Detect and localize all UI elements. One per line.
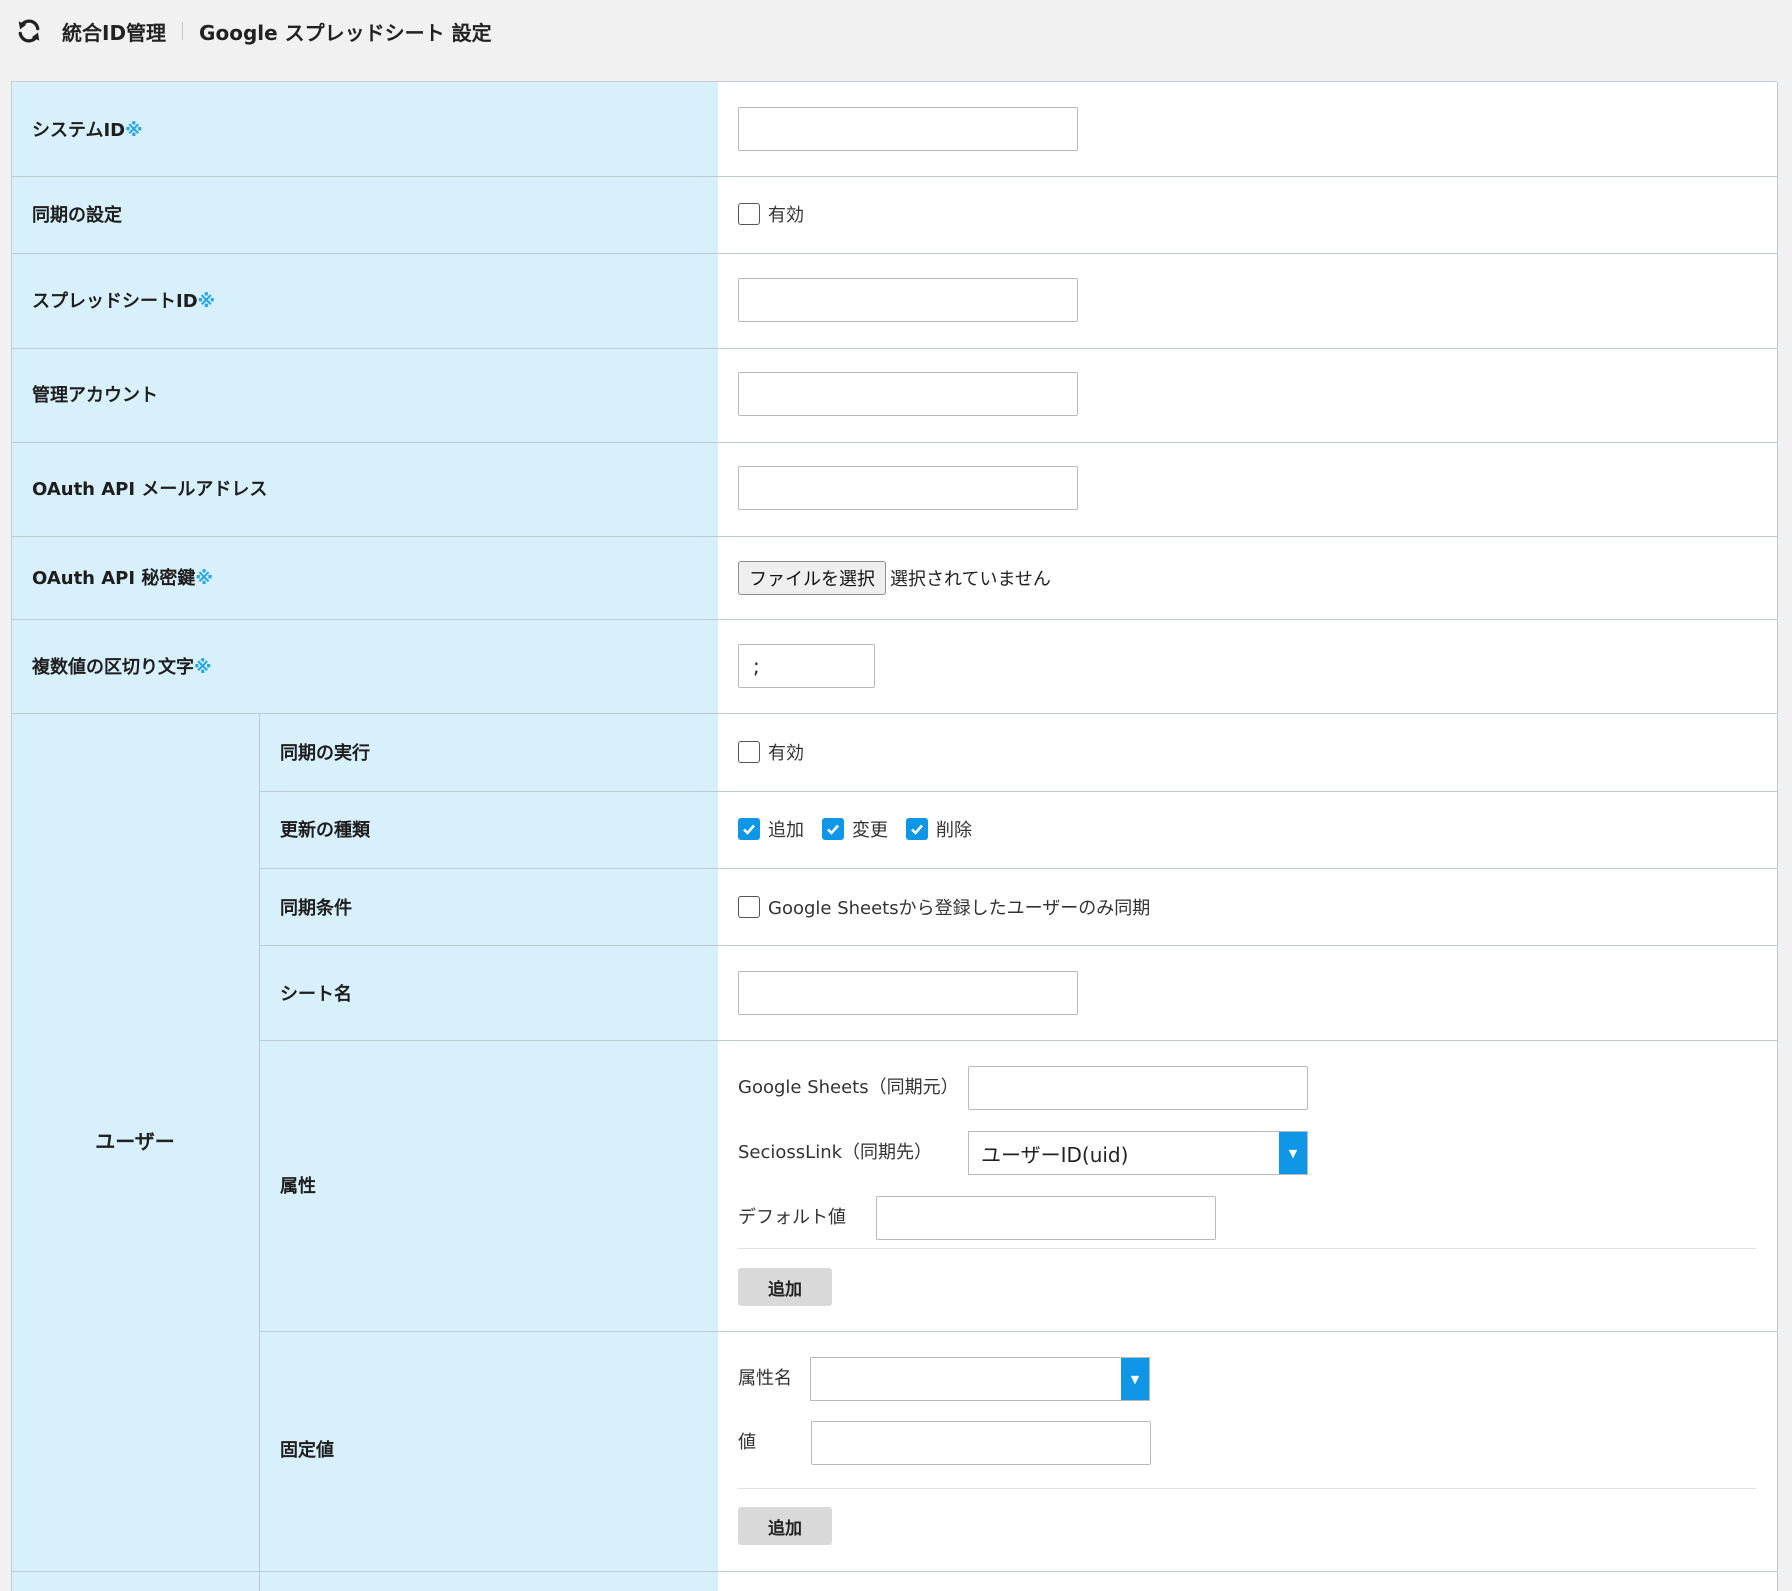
- oauth-key-label: OAuth API 秘密鍵※: [32, 568, 213, 589]
- checkbox-label: 有効: [768, 205, 804, 226]
- delimiter-label: 複数値の区切り文字※: [32, 657, 212, 678]
- sync-run-checkbox[interactable]: 有効: [738, 739, 822, 765]
- breadcrumb-section[interactable]: 統合ID管理: [62, 17, 166, 46]
- sync-condition-label: 同期条件: [280, 898, 352, 919]
- breadcrumb-divider: [182, 22, 184, 40]
- checkbox-checked-icon[interactable]: [738, 818, 760, 840]
- user-group-label: ユーザー: [95, 1129, 175, 1154]
- fixed-values-label: 固定値: [280, 1440, 334, 1461]
- admin-account-input[interactable]: [738, 372, 1078, 416]
- row-divider: [259, 868, 1778, 869]
- dropdown-arrow-icon[interactable]: ▼: [1121, 1358, 1149, 1400]
- page-title: Google スプレッドシート 設定: [199, 20, 492, 45]
- checkbox-box[interactable]: [738, 741, 760, 763]
- spreadsheet-id-label: スプレッドシートID※: [32, 291, 216, 312]
- spreadsheet-id-input[interactable]: [738, 278, 1078, 322]
- row-divider: [259, 1331, 1778, 1332]
- delimiter-input[interactable]: [738, 644, 875, 688]
- target-attribute-select[interactable]: ユーザーID(uid) ▼: [968, 1131, 1308, 1175]
- refresh-icon[interactable]: [14, 16, 44, 46]
- section-divider: [738, 1488, 1756, 1489]
- system-id-input[interactable]: [738, 107, 1078, 151]
- attributes-label: 属性: [280, 1176, 316, 1197]
- update-type-add-label: 追加: [768, 820, 804, 841]
- oauth-email-label: OAuth API メールアドレス: [32, 479, 268, 500]
- checkbox-checked-icon[interactable]: [906, 818, 928, 840]
- row-divider: [12, 442, 1778, 443]
- choose-file-button[interactable]: ファイルを選択: [738, 561, 886, 595]
- source-attribute-label: Google Sheets（同期元）: [738, 1077, 959, 1098]
- checkbox-checked-icon[interactable]: [822, 818, 844, 840]
- sync-setting-checkbox[interactable]: 有効: [738, 201, 822, 227]
- checkbox-box[interactable]: [738, 896, 760, 918]
- column-divider: [259, 713, 260, 1591]
- sync-run-label: 同期の実行: [280, 743, 370, 764]
- row-divider: [12, 253, 1778, 254]
- row-divider: [259, 791, 1778, 792]
- fixed-value-input[interactable]: [811, 1421, 1151, 1465]
- attribute-name-select[interactable]: ▼: [810, 1357, 1150, 1401]
- update-types-options: 追加 変更 削除: [738, 816, 990, 842]
- row-divider: [12, 176, 1778, 177]
- file-status-text: 選択されていません: [890, 569, 1051, 590]
- section-divider: [738, 1248, 1756, 1249]
- update-type-change-label: 変更: [852, 820, 888, 841]
- row-divider: [12, 713, 1778, 714]
- source-attribute-input[interactable]: [968, 1066, 1308, 1110]
- panel-right-border: [1777, 82, 1778, 1591]
- required-mark: ※: [195, 568, 213, 589]
- target-attribute-label: SeciossLink（同期先）: [738, 1142, 933, 1163]
- settings-form: システムID※ 同期の設定 有効 スプレッドシートID※ 管理アカウント OAu…: [11, 81, 1778, 1591]
- attribute-name-label: 属性名: [738, 1368, 792, 1389]
- default-value-input[interactable]: [876, 1196, 1216, 1240]
- default-value-label: デフォルト値: [738, 1207, 846, 1228]
- sync-condition-checkbox[interactable]: Google Sheetsから登録したユーザーのみ同期: [738, 894, 1168, 920]
- row-divider: [12, 348, 1778, 349]
- checkbox-label: Google Sheetsから登録したユーザーのみ同期: [768, 898, 1151, 919]
- add-attribute-button[interactable]: 追加: [738, 1268, 832, 1306]
- admin-account-label: 管理アカウント: [32, 385, 158, 406]
- oauth-email-input[interactable]: [738, 466, 1078, 510]
- row-divider: [12, 619, 1778, 620]
- fixed-value-label: 値: [738, 1432, 756, 1453]
- row-divider: [12, 1571, 1778, 1572]
- row-divider: [12, 536, 1778, 537]
- sync-setting-label: 同期の設定: [32, 205, 122, 226]
- select-value: ユーザーID(uid): [981, 1142, 1129, 1167]
- checkbox-label: 有効: [768, 743, 804, 764]
- row-divider: [259, 1040, 1778, 1041]
- update-type-delete-label: 削除: [936, 820, 972, 841]
- update-types-label: 更新の種類: [280, 820, 370, 841]
- sheet-name-label: シート名: [280, 984, 352, 1005]
- breadcrumb: 統合ID管理 Google スプレッドシート 設定: [0, 0, 1792, 62]
- required-mark: ※: [125, 120, 143, 141]
- checkbox-box[interactable]: [738, 203, 760, 225]
- dropdown-arrow-icon[interactable]: ▼: [1279, 1132, 1307, 1174]
- sheet-name-input[interactable]: [738, 971, 1078, 1015]
- required-mark: ※: [197, 291, 216, 312]
- row-divider: [259, 945, 1778, 946]
- system-id-label: システムID※: [32, 120, 143, 141]
- add-fixed-value-button[interactable]: 追加: [738, 1507, 832, 1545]
- required-mark: ※: [194, 657, 212, 678]
